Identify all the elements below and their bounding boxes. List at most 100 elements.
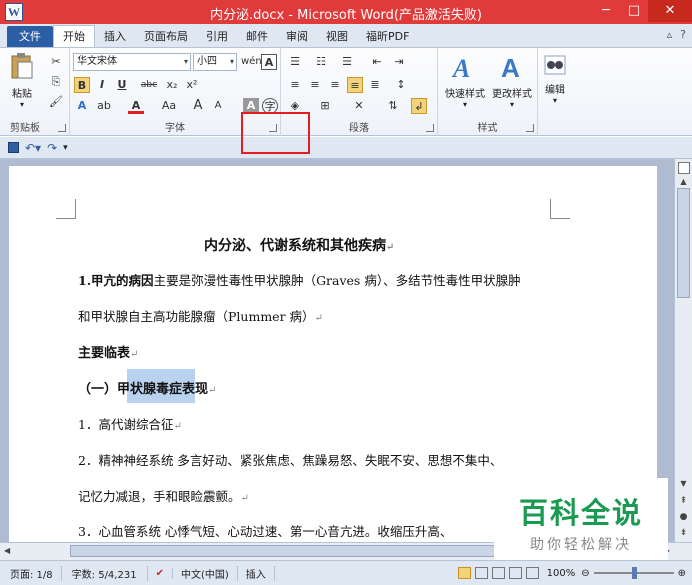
increase-indent-icon[interactable]: ⇥ [391,54,407,70]
minimize-button[interactable]: ─ [592,0,620,22]
prev-page-icon[interactable]: ⇞ [675,496,692,506]
align-right-icon[interactable]: ≡ [327,77,343,93]
browse-object-icon[interactable]: ● [675,512,692,522]
redo-icon[interactable]: ↷ [47,141,57,155]
customize-qat-icon[interactable]: ▾ [63,143,68,153]
editing-button[interactable]: 编辑 ▾ [540,52,570,105]
tab-foxit-pdf[interactable]: 福昕PDF [357,26,418,47]
tab-review[interactable]: 审阅 [277,26,317,47]
bold-button[interactable]: B [74,77,90,93]
numbering-icon[interactable]: ☷ [313,54,329,70]
scroll-up-icon[interactable]: ▲ [675,177,692,186]
doc-item-1[interactable]: 1．高代谢综合征↵ [78,414,182,433]
scroll-left-icon[interactable]: ◀ [4,546,10,555]
italic-button[interactable]: I [94,77,110,93]
subscript-button[interactable]: x₂ [164,77,180,93]
paragraph-launcher-icon[interactable] [426,124,434,132]
borders-icon[interactable]: ⊞ [317,98,333,114]
distributed-icon[interactable]: ≣ [367,77,383,93]
editing-label: 编辑 [545,85,565,96]
doc-paragraph-1[interactable]: 1.甲亢的病因主要是弥漫性毒性甲状腺肿（Graves 病）、多结节性毒性甲状腺肿 [78,270,521,289]
tab-insert[interactable]: 插入 [95,26,135,47]
next-page-icon[interactable]: ⇟ [675,528,692,538]
tab-page-layout[interactable]: 页面布局 [135,26,197,47]
underline-button[interactable]: U [114,77,130,93]
vertical-scrollbar[interactable]: ▲ ▼ ⇞ ● ⇟ [674,159,692,542]
show-marks-icon[interactable]: ↲ [411,98,427,114]
font-name-combo[interactable]: 华文宋体 ▾ [73,53,191,71]
text-effects-icon[interactable]: A [74,98,90,114]
ruler-toggle-icon[interactable] [677,162,690,174]
status-words[interactable]: 字数: 5/4,231 [62,565,148,581]
print-layout-view-icon[interactable] [457,567,471,579]
zoom-slider[interactable] [593,567,674,579]
grow-font-button[interactable]: A [190,98,206,114]
close-button[interactable]: ✕ [648,0,692,22]
doc-heading-1[interactable]: 主要临表↵ [78,342,138,361]
doc-item-2b[interactable]: 记忆力减退，手和眼睑震颤。↵ [78,486,249,505]
superscript-button[interactable]: x² [184,77,200,93]
web-layout-view-icon[interactable] [491,567,505,579]
ribbon-collapse-icon[interactable]: ▵ [667,28,673,41]
status-mode[interactable]: 插入 [238,565,275,581]
bullets-icon[interactable]: ☰ [287,54,303,70]
chinese-layout-icon[interactable]: ✕ [351,98,367,114]
styles-launcher-icon[interactable] [526,124,534,132]
full-screen-view-icon[interactable] [474,567,488,579]
tab-view[interactable]: 视图 [317,26,357,47]
group-clipboard: 粘贴 ▾ ✂ ⎘ 🖌 剪贴板 [0,48,70,136]
copy-icon[interactable]: ⎘ [48,74,64,90]
font-color-icon[interactable]: A [128,98,144,114]
zoom-in-icon[interactable]: ⊕ [678,568,686,579]
doc-heading-2[interactable]: （一）甲状腺毒症表现↵ [78,378,216,397]
font-size-combo[interactable]: 小四 ▾ [193,53,237,71]
doc-item-2[interactable]: 2．精神神经系统 多言好动、紧张焦虑、焦躁易怒、失眠不安、思想不集中、 [78,450,502,469]
align-center-icon[interactable]: ≡ [307,77,323,93]
character-border-icon[interactable]: A [261,54,277,70]
tab-file[interactable]: 文件 [7,26,53,47]
help-icon[interactable]: ? [680,28,686,41]
doc-paragraph-2[interactable]: 和甲状腺自主高功能腺瘤（Plummer 病）↵ [78,306,323,325]
save-icon[interactable] [8,142,19,153]
line-spacing-icon[interactable]: ↕ [393,77,409,93]
group-label-styles: 样式 [477,123,498,134]
status-page[interactable]: 页面: 1/8 [0,565,62,581]
doc-item-3[interactable]: 3．心血管系统 心悸气短、心动过速、第一心音亢进。收缩压升高、 [78,521,452,540]
strikethrough-button[interactable]: abc [138,77,160,93]
multilevel-list-icon[interactable]: ☰ [339,54,355,70]
justify-icon[interactable]: ≡ [347,77,363,93]
phonetic-guide-icon[interactable]: wén [241,54,262,70]
tab-home[interactable]: 开始 [53,25,95,47]
quick-access-toolbar: ↶▾ ↷ ▾ [0,137,692,159]
outline-view-icon[interactable] [508,567,522,579]
p1-bold-text: 1.甲亢的病因 [78,273,154,288]
clipboard-launcher-icon[interactable] [58,124,66,132]
zoom-slider-thumb[interactable] [631,567,637,579]
p2-text: 和甲状腺自主高功能腺瘤（Plummer 病） [78,309,315,324]
align-left-icon[interactable]: ≡ [287,77,303,93]
status-language[interactable]: 中文(中国) [173,565,238,581]
draft-view-icon[interactable] [525,567,539,579]
status-zoom[interactable]: 100% [547,568,576,579]
scroll-down-icon[interactable]: ▼ [675,479,692,488]
change-case-button[interactable]: Aa [158,98,180,114]
spellcheck-icon[interactable]: ✔ [148,567,173,579]
sort-icon[interactable]: ⇅ [385,98,401,114]
binoculars-icon [544,55,566,75]
zoom-out-icon[interactable]: ⊖ [581,568,589,579]
tab-mailings[interactable]: 邮件 [237,26,277,47]
highlight-color-icon[interactable]: ab [96,98,112,114]
title-bar: W 内分泌.docx - Microsoft Word(产品激活失败) ─ □ … [0,0,692,24]
paste-button[interactable]: 粘贴 ▾ [6,52,38,109]
change-styles-button[interactable]: A 更改样式 ▾ [488,52,536,109]
doc-title[interactable]: 内分泌、代谢系统和其他疾病↵ [204,235,394,255]
shrink-font-button[interactable]: A [210,98,226,114]
quick-styles-button[interactable]: A 快速样式 ▾ [440,52,490,109]
maximize-button[interactable]: □ [620,0,648,22]
decrease-indent-icon[interactable]: ⇤ [369,54,385,70]
cut-icon[interactable]: ✂ [48,54,64,70]
vertical-scroll-thumb[interactable] [677,188,690,298]
format-painter-icon[interactable]: 🖌 [48,94,64,110]
tab-references[interactable]: 引用 [197,26,237,47]
undo-icon[interactable]: ↶▾ [25,141,41,155]
